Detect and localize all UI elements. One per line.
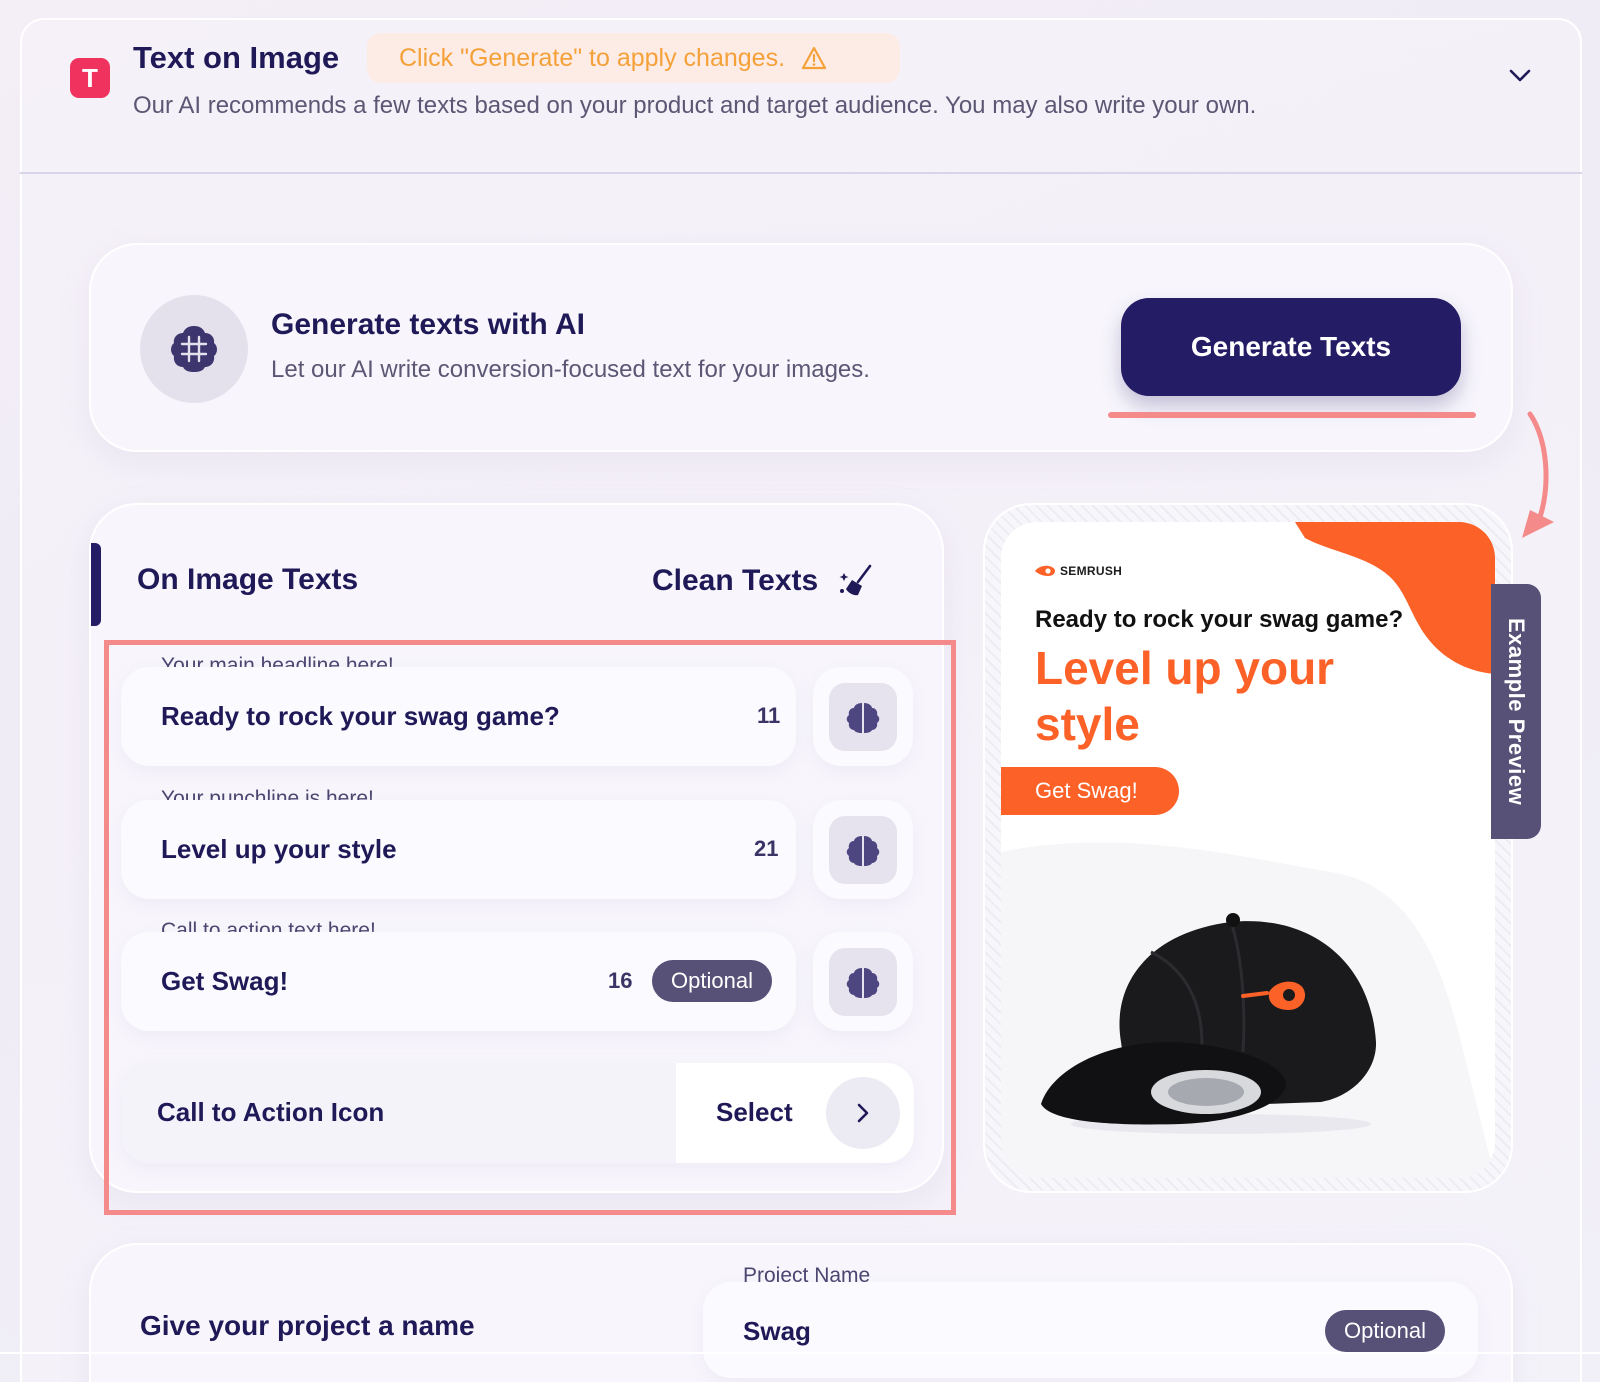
on-image-texts-title: On Image Texts [137, 563, 359, 596]
ai-icon-circle [140, 295, 248, 403]
brain-icon-wrap [829, 815, 897, 884]
warning-pill: Click "Generate" to apply changes. [367, 33, 900, 83]
headline-field-value[interactable]: Ready to rock your swag game? [161, 701, 560, 732]
section-title: Text on Image [133, 40, 340, 75]
chevron-right-button[interactable] [826, 1077, 900, 1149]
text-on-image-icon: T [70, 58, 110, 98]
project-name-value[interactable]: Swag [743, 1316, 811, 1347]
project-optional-badge: Optional [1325, 1310, 1445, 1352]
example-preview-tab[interactable]: Example Preview [1491, 584, 1541, 839]
headline-field[interactable]: Ready to rock your swag game? 11 [121, 667, 796, 766]
brain-icon-wrap [829, 682, 897, 751]
clean-texts-button[interactable]: Clean Texts [652, 563, 874, 599]
ai-brain-icon [171, 326, 217, 372]
brain-icon [846, 967, 880, 998]
section-subtitle: Our AI recommends a few texts based on y… [133, 92, 1257, 119]
preview-cta-button: Get Swag! [1001, 767, 1179, 815]
generate-highlight-underline [1108, 412, 1476, 418]
ai-generate-subtitle: Let our AI write conversion-focused text… [271, 356, 870, 383]
preview-punchline: Level up your style [1035, 642, 1335, 750]
bottom-divider [0, 1352, 1600, 1354]
project-name-field[interactable]: Swag Optional [703, 1282, 1478, 1378]
cta-char-count: 16 [608, 968, 633, 993]
cta-text-field[interactable]: Get Swag! 16 Optional [121, 932, 796, 1031]
cta-ai-button[interactable] [813, 932, 913, 1031]
project-name-title: Give your project a name [140, 1310, 475, 1341]
semrush-flame-icon [1035, 565, 1055, 576]
chevron-right-icon [857, 1103, 869, 1123]
example-preview-card: SEMRUSH Ready to rock your swag game? Le… [1001, 522, 1495, 1178]
preview-headline: Ready to rock your swag game? [1035, 606, 1404, 633]
cta-field-value[interactable]: Get Swag! [161, 966, 288, 997]
warning-icon [801, 46, 827, 70]
punchline-field[interactable]: Level up your style 21 [121, 800, 796, 899]
headline-char-count: 11 [757, 703, 781, 728]
generate-texts-button[interactable]: Generate Texts [1121, 298, 1461, 396]
punchline-ai-button[interactable] [813, 800, 913, 899]
brain-icon [846, 835, 880, 866]
cta-optional-badge: Optional [652, 960, 772, 1002]
baseball-cap-image [1041, 913, 1377, 1134]
active-indicator [91, 543, 101, 626]
curved-arrow-annotation [1522, 411, 1554, 538]
example-preview-tab-label: Example Preview [1504, 617, 1529, 806]
broom-icon [839, 564, 872, 596]
chevron-down-icon[interactable] [1508, 63, 1532, 87]
cta-icon-row[interactable]: Call to Action Icon Select [121, 1063, 914, 1163]
cta-icon-select[interactable]: Select [676, 1063, 914, 1163]
semrush-brand-text: SEMRUSH [1060, 564, 1123, 578]
clean-texts-label: Clean Texts [652, 564, 819, 597]
cta-icon-label: Call to Action Icon [157, 1097, 385, 1127]
warning-text: Click "Generate" to apply changes. [399, 43, 786, 72]
headline-ai-button[interactable] [813, 667, 913, 766]
punchline-field-value[interactable]: Level up your style [161, 834, 397, 865]
ai-generate-title: Generate texts with AI [271, 308, 585, 341]
semrush-logo: SEMRUSH [1035, 564, 1122, 578]
brain-icon-wrap [829, 947, 897, 1016]
punchline-char-count: 21 [754, 836, 779, 861]
brain-icon [846, 702, 880, 733]
cta-select-label[interactable]: Select [716, 1097, 793, 1128]
